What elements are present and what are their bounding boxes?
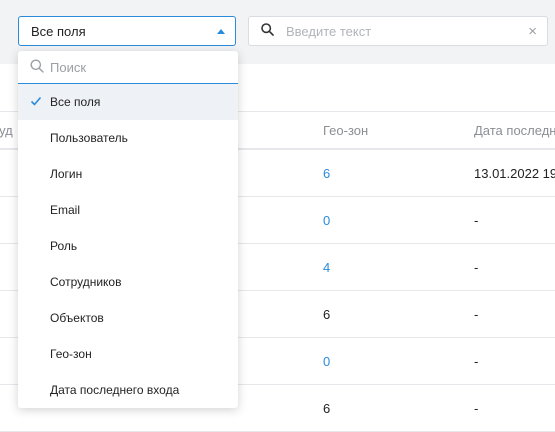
dropdown-option-last-login[interactable]: Дата последнего входа [18, 372, 238, 408]
field-filter-select[interactable]: Все поля [18, 16, 236, 46]
dropdown-option-label: Все поля [50, 95, 101, 109]
dropdown-option-label: Дата последнего входа [50, 383, 180, 397]
dropdown-option-label: Сотрудников [50, 275, 122, 289]
caret-up-icon [217, 28, 225, 34]
geozones-count: 6 [323, 307, 331, 322]
dropdown-search[interactable] [18, 51, 238, 84]
last-login-cell: - [474, 401, 479, 416]
search-box[interactable]: × [248, 16, 548, 46]
geozones-count: 6 [323, 401, 331, 416]
dropdown-option-all-fields[interactable]: Все поля [18, 84, 238, 120]
search-input[interactable] [284, 22, 529, 40]
dropdown-option-email[interactable]: Email [18, 192, 238, 228]
last-login-cell: - [474, 213, 479, 228]
last-login-cell: 13.01.2022 19 [474, 166, 555, 181]
field-filter-value: Все поля [31, 23, 86, 39]
dropdown-option-label: Логин [50, 167, 83, 181]
search-icon [261, 23, 274, 39]
last-login-cell: - [474, 260, 479, 275]
dropdown-option-label: Пользователь [50, 131, 128, 145]
clear-icon[interactable]: × [528, 24, 537, 39]
dropdown-option-role[interactable]: Роль [18, 228, 238, 264]
dropdown-option-user[interactable]: Пользователь [18, 120, 238, 156]
dropdown-option-login[interactable]: Логин [18, 156, 238, 192]
field-filter-dropdown: Все поля Пользователь Логин Email Роль С… [18, 51, 238, 408]
dropdown-option-geozones[interactable]: Гео-зон [18, 336, 238, 372]
column-header-geozones[interactable]: Гео-зон [323, 123, 368, 138]
last-login-cell: - [474, 354, 479, 369]
check-icon [30, 95, 42, 110]
column-header-partial[interactable]: руд [0, 123, 13, 138]
dropdown-option-employees[interactable]: Сотрудников [18, 264, 238, 300]
search-icon [30, 59, 44, 76]
geozones-count-link[interactable]: 0 [323, 354, 330, 369]
dropdown-option-label: Роль [50, 239, 78, 253]
last-login-cell: - [474, 307, 479, 322]
geozones-count-link[interactable]: 4 [323, 260, 330, 275]
dropdown-option-label: Email [50, 203, 81, 217]
geozones-count-link[interactable]: 0 [323, 213, 330, 228]
dropdown-option-label: Гео-зон [50, 347, 92, 361]
dropdown-options: Все поля Пользователь Логин Email Роль С… [18, 84, 238, 408]
column-header-last-login[interactable]: Дата последн [474, 123, 555, 138]
dropdown-option-label: Объектов [50, 311, 104, 325]
dropdown-option-objects[interactable]: Объектов [18, 300, 238, 336]
geozones-count-link[interactable]: 6 [323, 166, 330, 181]
dropdown-search-input[interactable] [48, 58, 212, 76]
